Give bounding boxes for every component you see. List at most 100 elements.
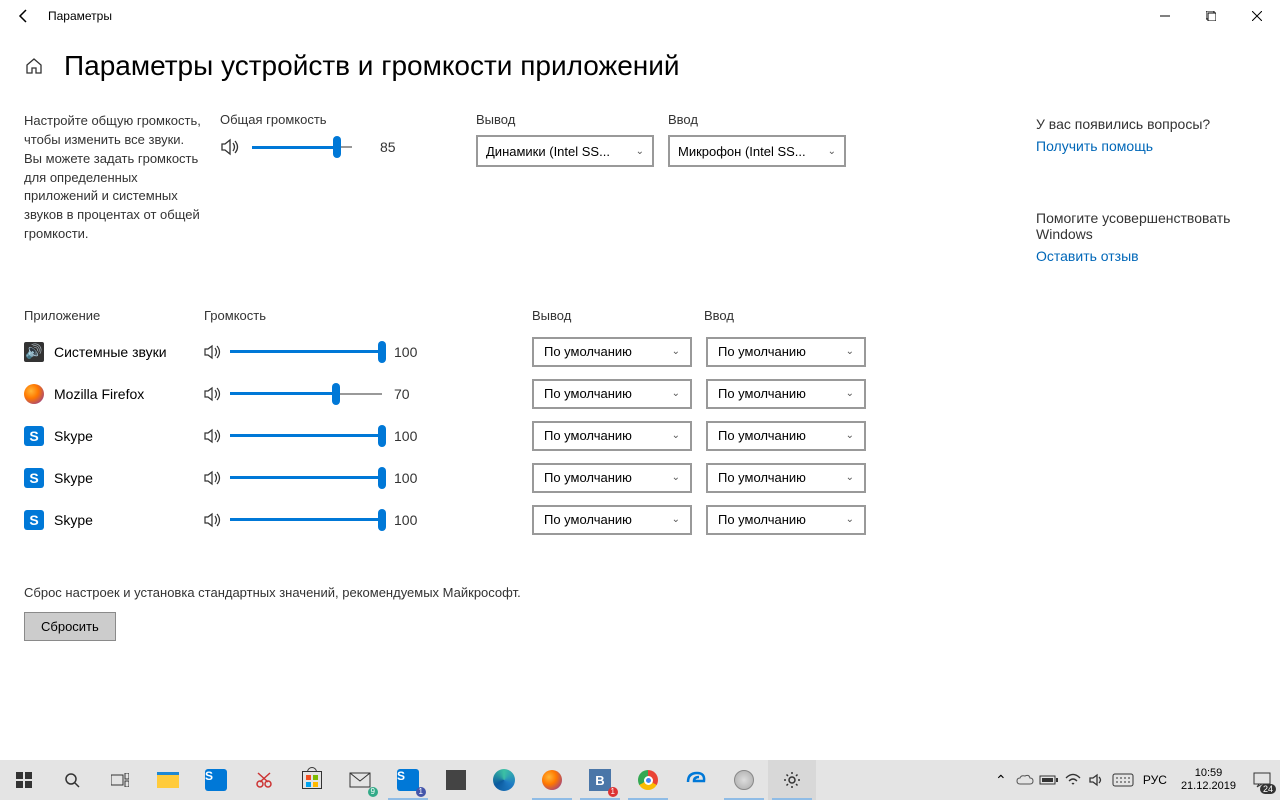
app-volume-slider[interactable]	[230, 424, 382, 448]
taskbar-settings[interactable]	[768, 760, 816, 800]
app-name: Mozilla Firefox	[24, 384, 204, 404]
taskbar: S 9 S1 B1 ⌃ РУС 10:59 21.12.2019 24	[0, 760, 1280, 800]
speaker-icon[interactable]	[204, 428, 224, 444]
speaker-icon[interactable]	[220, 138, 242, 156]
app-volume-value: 100	[394, 470, 417, 486]
app-name: SSkype	[24, 468, 204, 488]
taskbar-edge-legacy[interactable]	[672, 760, 720, 800]
minimize-button[interactable]	[1142, 0, 1188, 32]
app-input-select[interactable]: По умолчанию⌄	[706, 421, 866, 451]
col-app-header: Приложение	[24, 308, 204, 323]
app-volume-slider[interactable]	[230, 340, 382, 364]
app-name: SSkype	[24, 510, 204, 530]
app-row: SSkype 100 По умолчанию⌄ По умолчанию⌄	[24, 415, 1024, 457]
master-volume-value: 85	[380, 139, 408, 155]
app-name: SSkype	[24, 426, 204, 446]
chevron-down-icon: ⌄	[636, 146, 644, 157]
task-view-button[interactable]	[96, 760, 144, 800]
input-label: Ввод	[668, 112, 846, 127]
app-row: Mozilla Firefox 70 По умолчанию⌄ По умол…	[24, 373, 1024, 415]
app-volume-slider[interactable]	[230, 508, 382, 532]
taskbar-skype[interactable]: S	[192, 760, 240, 800]
tray-clock[interactable]: 10:59 21.12.2019	[1173, 767, 1244, 793]
app-input-select[interactable]: По умолчанию⌄	[706, 463, 866, 493]
tray-language[interactable]: РУС	[1137, 773, 1173, 787]
chevron-down-icon: ⌄	[672, 346, 680, 357]
speaker-icon[interactable]	[204, 344, 224, 360]
tray-onedrive[interactable]	[1013, 760, 1037, 800]
app-name: 🔊Системные звуки	[24, 342, 204, 362]
start-button[interactable]	[0, 760, 48, 800]
app-output-select[interactable]: По умолчанию⌄	[532, 463, 692, 493]
reset-section: Сброс настроек и установка стандартных з…	[24, 585, 1024, 641]
speaker-icon[interactable]	[204, 470, 224, 486]
speaker-icon[interactable]	[204, 386, 224, 402]
tray-keyboard[interactable]	[1109, 760, 1137, 800]
tray-battery[interactable]	[1037, 760, 1061, 800]
page-header: Параметры устройств и громкости приложен…	[0, 32, 1280, 94]
app-volume-slider[interactable]	[230, 466, 382, 490]
master-description: Настройте общую громкость, чтобы изменит…	[24, 112, 204, 244]
col-vol-header: Громкость	[204, 308, 464, 323]
chevron-down-icon: ⌄	[672, 472, 680, 483]
taskbar-edge-new[interactable]	[480, 760, 528, 800]
chevron-down-icon: ⌄	[846, 388, 854, 399]
chevron-down-icon: ⌄	[846, 472, 854, 483]
taskbar-snip[interactable]	[240, 760, 288, 800]
taskbar-explorer[interactable]	[144, 760, 192, 800]
taskbar-firefox[interactable]	[528, 760, 576, 800]
speaker-icon[interactable]	[204, 512, 224, 528]
input-device-select[interactable]: Микрофон (Intel SS... ⌄	[668, 135, 846, 167]
col-in-header: Ввод	[704, 308, 876, 323]
app-input-select[interactable]: По умолчанию⌄	[706, 379, 866, 409]
app-output-select[interactable]: По умолчанию⌄	[532, 505, 692, 535]
taskbar-mail[interactable]: 9	[336, 760, 384, 800]
app-output-select[interactable]: По умолчанию⌄	[532, 421, 692, 451]
taskbar-skype-2[interactable]: S1	[384, 760, 432, 800]
app-output-select[interactable]: По умолчанию⌄	[532, 379, 692, 409]
app-volume-value: 70	[394, 386, 410, 402]
reset-button[interactable]: Сбросить	[24, 612, 116, 641]
maximize-button[interactable]	[1188, 0, 1234, 32]
feedback-link[interactable]: Оставить отзыв	[1036, 248, 1256, 264]
app-input-select[interactable]: По умолчанию⌄	[706, 337, 866, 367]
tray-volume[interactable]	[1085, 760, 1109, 800]
output-device-select[interactable]: Динамики (Intel SS... ⌄	[476, 135, 654, 167]
app-row: SSkype 100 По умолчанию⌄ По умолчанию⌄	[24, 499, 1024, 541]
tray-overflow[interactable]: ⌃	[989, 760, 1013, 800]
chevron-down-icon: ⌄	[846, 430, 854, 441]
back-button[interactable]	[8, 0, 40, 32]
master-section: Настройте общую громкость, чтобы изменит…	[24, 112, 1024, 244]
questions-title: У вас появились вопросы?	[1036, 116, 1256, 132]
search-button[interactable]	[48, 760, 96, 800]
app-output-select[interactable]: По умолчанию⌄	[532, 337, 692, 367]
tray-wifi[interactable]	[1061, 760, 1085, 800]
window-title: Параметры	[48, 9, 112, 23]
output-label: Вывод	[476, 112, 654, 127]
app-volume-slider[interactable]	[230, 382, 382, 406]
app-row: SSkype 100 По умолчанию⌄ По умолчанию⌄	[24, 457, 1024, 499]
chevron-down-icon: ⌄	[672, 430, 680, 441]
master-volume-label: Общая громкость	[220, 112, 408, 127]
taskbar-app-dark[interactable]	[432, 760, 480, 800]
chevron-down-icon: ⌄	[846, 514, 854, 525]
close-button[interactable]	[1234, 0, 1280, 32]
app-volume-value: 100	[394, 428, 417, 444]
home-icon[interactable]	[24, 56, 44, 76]
tray-notifications[interactable]: 24	[1244, 760, 1280, 800]
master-volume-slider[interactable]	[252, 135, 352, 159]
app-input-select[interactable]: По умолчанию⌄	[706, 505, 866, 535]
apps-section: Приложение Громкость Вывод Ввод 🔊Системн…	[24, 308, 1024, 541]
chevron-down-icon: ⌄	[672, 514, 680, 525]
reset-description: Сброс настроек и установка стандартных з…	[24, 585, 1024, 600]
taskbar-vk[interactable]: B1	[576, 760, 624, 800]
chevron-down-icon: ⌄	[828, 146, 836, 157]
get-help-link[interactable]: Получить помощь	[1036, 138, 1256, 154]
chevron-down-icon: ⌄	[846, 346, 854, 357]
chevron-down-icon: ⌄	[672, 388, 680, 399]
taskbar-chrome[interactable]	[624, 760, 672, 800]
app-volume-value: 100	[394, 512, 417, 528]
taskbar-store[interactable]	[288, 760, 336, 800]
taskbar-media[interactable]	[720, 760, 768, 800]
col-out-header: Вывод	[532, 308, 704, 323]
